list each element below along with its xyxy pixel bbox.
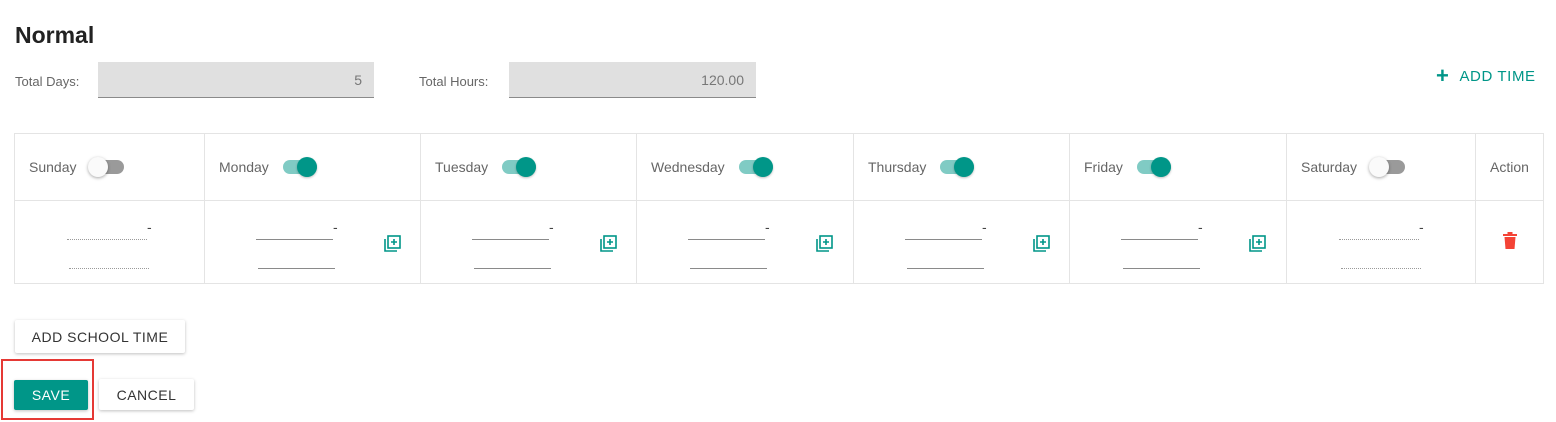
day-label: Saturday (1301, 159, 1358, 175)
day-label: Monday (219, 159, 269, 175)
end-time-input[interactable] (258, 268, 335, 269)
add-time-button[interactable]: + ADD TIME (1436, 63, 1536, 88)
sunday-toggle[interactable] (88, 156, 125, 178)
plus-icon: + (1436, 63, 1450, 88)
schedule-header-row: Sunday Monday Tuesday Wednesday Thursday… (14, 133, 1544, 201)
action-header: Action (1475, 133, 1544, 201)
thursday-toggle[interactable] (938, 156, 975, 178)
total-days-label: Total Days: (15, 74, 80, 89)
day-header-saturday: Saturday (1286, 133, 1476, 201)
day-label: Wednesday (651, 159, 725, 175)
total-days-field[interactable] (98, 62, 374, 98)
start-time-input[interactable] (472, 239, 549, 240)
copy-time-icon[interactable] (384, 235, 402, 253)
start-time-input[interactable] (256, 239, 333, 240)
tuesday-time-cell: - (420, 200, 637, 284)
action-cell (1475, 200, 1544, 284)
add-school-time-button[interactable]: ADD SCHOOL TIME (15, 320, 185, 353)
day-label: Tuesday (435, 159, 489, 175)
time-separator: - (765, 219, 770, 235)
day-header-thursday: Thursday (853, 133, 1070, 201)
cancel-button[interactable]: CANCEL (99, 379, 194, 410)
end-time-input[interactable] (1341, 268, 1421, 269)
save-button[interactable]: SAVE (14, 380, 88, 410)
start-time-input[interactable] (1121, 239, 1198, 240)
day-header-tuesday: Tuesday (420, 133, 637, 201)
total-hours-field[interactable] (509, 62, 756, 98)
day-label: Sunday (29, 159, 77, 175)
time-separator: - (1198, 219, 1203, 235)
time-separator: - (549, 219, 554, 235)
time-separator: - (1419, 219, 1424, 235)
weekly-schedule-table: Sunday Monday Tuesday Wednesday Thursday… (14, 133, 1544, 284)
day-header-sunday: Sunday (14, 133, 205, 201)
add-time-label: ADD TIME (1459, 67, 1536, 85)
day-header-wednesday: Wednesday (636, 133, 854, 201)
tuesday-toggle[interactable] (500, 156, 537, 178)
monday-toggle[interactable] (281, 156, 317, 178)
friday-time-cell: - (1069, 200, 1287, 284)
section-title: Normal (15, 22, 95, 48)
day-header-friday: Friday (1069, 133, 1287, 201)
end-time-input[interactable] (1123, 268, 1200, 269)
time-separator: - (333, 219, 338, 235)
saturday-time-cell: - (1286, 200, 1476, 284)
end-time-input[interactable] (474, 268, 551, 269)
start-time-input[interactable] (905, 239, 982, 240)
wednesday-time-cell: - (636, 200, 854, 284)
saturday-toggle[interactable] (1369, 156, 1406, 178)
total-hours-label: Total Hours: (419, 74, 489, 89)
monday-time-cell: - (204, 200, 421, 284)
copy-time-icon[interactable] (816, 235, 834, 253)
time-separator: - (982, 219, 987, 235)
end-time-input[interactable] (690, 268, 767, 269)
wednesday-toggle[interactable] (737, 156, 773, 178)
start-time-input[interactable] (67, 239, 147, 240)
day-label: Friday (1084, 159, 1123, 175)
action-header-label: Action (1490, 159, 1529, 175)
copy-time-icon[interactable] (1033, 235, 1051, 253)
time-slot-row: - - - - - - - (14, 200, 1544, 284)
start-time-input[interactable] (1339, 239, 1419, 240)
start-time-input[interactable] (688, 239, 765, 240)
day-label: Thursday (868, 159, 927, 175)
sunday-time-cell: - (14, 200, 205, 284)
trash-icon[interactable] (1502, 232, 1517, 249)
copy-time-icon[interactable] (1249, 235, 1267, 253)
copy-time-icon[interactable] (600, 235, 618, 253)
thursday-time-cell: - (853, 200, 1070, 284)
day-header-monday: Monday (204, 133, 421, 201)
end-time-input[interactable] (907, 268, 984, 269)
time-separator: - (147, 219, 152, 235)
end-time-input[interactable] (69, 268, 149, 269)
friday-toggle[interactable] (1135, 156, 1171, 178)
